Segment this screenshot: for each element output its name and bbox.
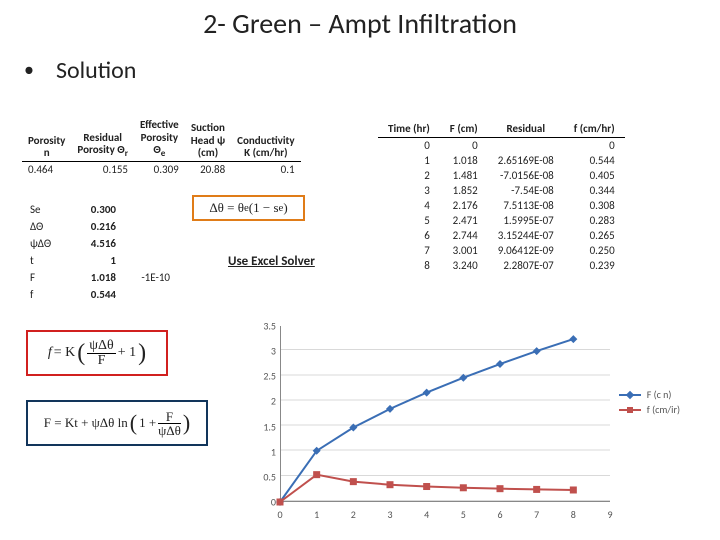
col-Fcm: F (cm) (440, 120, 488, 138)
legend-swatch-blue (619, 394, 641, 396)
chart-xtick: 8 (571, 508, 576, 521)
chart-ytick: 0 (254, 496, 276, 509)
results-table: Time (hr) F (cm) Residual f (cm/hr) 0001… (378, 120, 625, 273)
formula-delta-theta: Δθ = θe(1 − se) (192, 195, 305, 221)
col-eff-porosity: EffectivePorosityΘe (134, 118, 185, 162)
formula-f-big: F = Kt + ψΔθ ln ( 1 + F ψΔθ ) (26, 400, 208, 446)
col-res-porosity: ResidualPorosity Θr (71, 118, 134, 162)
val-n: 0.464 (22, 162, 71, 177)
val-tr: 0.155 (71, 162, 134, 177)
chart-ytick: 1 (254, 445, 276, 458)
val-k: 0.1 (231, 162, 300, 177)
chart-ytick: 2 (254, 395, 276, 408)
col-resid: Residual (488, 120, 564, 138)
val-psi: 20.88 (185, 162, 231, 177)
chart-ytick: 3.5 (254, 320, 276, 333)
chart: 0 0.5 1 1.5 2 2.5 3 3.5 0 1 2 3 4 5 6 7 8 9 F (c n) f (c… (250, 322, 680, 522)
bullet-dot: • (24, 58, 34, 82)
table-row: 42.1767.5113E-080.308 (378, 198, 625, 213)
chart-xtick: 5 (461, 508, 466, 521)
chart-xtick: 4 (424, 508, 429, 521)
solver-note: Use Excel Solver (228, 254, 315, 269)
legend-item-f: f (cm/ir) (619, 403, 680, 416)
formula-f-small: f = K ( ψΔθ F + 1 ) (26, 330, 168, 376)
chart-ytick: 2.5 (254, 370, 276, 383)
derived-row: F1.018-1E-10 (24, 270, 176, 285)
derived-row: f0.544 (24, 287, 176, 302)
legend-label-f: f (cm/ir) (647, 403, 680, 416)
bullet-solution: • Solution (24, 56, 136, 85)
table-row: 000 (378, 138, 625, 154)
chart-xtick: 3 (387, 508, 392, 521)
table-row: 52.4711.5995E-070.283 (378, 213, 625, 228)
chart-ytick: 1.5 (254, 420, 276, 433)
chart-xtick: 6 (497, 508, 502, 521)
bullet-text: Solution (56, 56, 136, 85)
derived-row: Se0.300 (24, 202, 176, 217)
chart-xtick: 7 (534, 508, 539, 521)
legend-item-F: F (c n) (619, 388, 680, 401)
table-row: 73.0019.06412E-090.250 (378, 243, 625, 258)
legend-swatch-red (619, 409, 641, 411)
col-conductivity: ConductivityK (cm/hr) (231, 118, 300, 162)
table-row: 83.2402.2807E-070.239 (378, 258, 625, 273)
page-title: 2- Green – Ampt Infiltration (0, 6, 720, 41)
chart-xtick: 2 (351, 508, 356, 521)
params-table: Porosityn ResidualPorosity Θr EffectiveP… (22, 118, 301, 177)
table-row: 62.7443.15244E-070.265 (378, 228, 625, 243)
col-time: Time (hr) (378, 120, 440, 138)
col-suction: SuctionHead ψ(cm) (185, 118, 231, 162)
legend-label-F: F (c n) (647, 388, 672, 401)
chart-ytick: 0.5 (254, 470, 276, 483)
params-row: 0.464 0.155 0.309 20.88 0.1 (22, 162, 301, 177)
derived-row: ΔΘ0.216 (24, 219, 176, 234)
chart-xtick: 1 (314, 508, 319, 521)
chart-xtick: 9 (607, 508, 612, 521)
chart-xtick: 0 (277, 508, 282, 521)
derived-values-table: Se0.300 ΔΘ0.216 ψΔΘ4.516 t1 F1.018-1E-10 f0.5… (22, 200, 178, 304)
col-porosity: Porosityn (22, 118, 71, 162)
derived-row: t1 (24, 253, 176, 268)
col-fcmhr: f (cm/hr) (564, 120, 625, 138)
chart-legend: F (c n) f (cm/ir) (619, 386, 680, 418)
table-row: 11.0182.65169E-080.544 (378, 153, 625, 168)
table-row: 31.852-7.54E-080.344 (378, 183, 625, 198)
derived-row: ψΔΘ4.516 (24, 236, 176, 251)
val-te: 0.309 (134, 162, 185, 177)
chart-svg (280, 326, 610, 502)
table-row: 21.481-7.0156E-080.405 (378, 168, 625, 183)
chart-ytick: 3 (254, 345, 276, 358)
